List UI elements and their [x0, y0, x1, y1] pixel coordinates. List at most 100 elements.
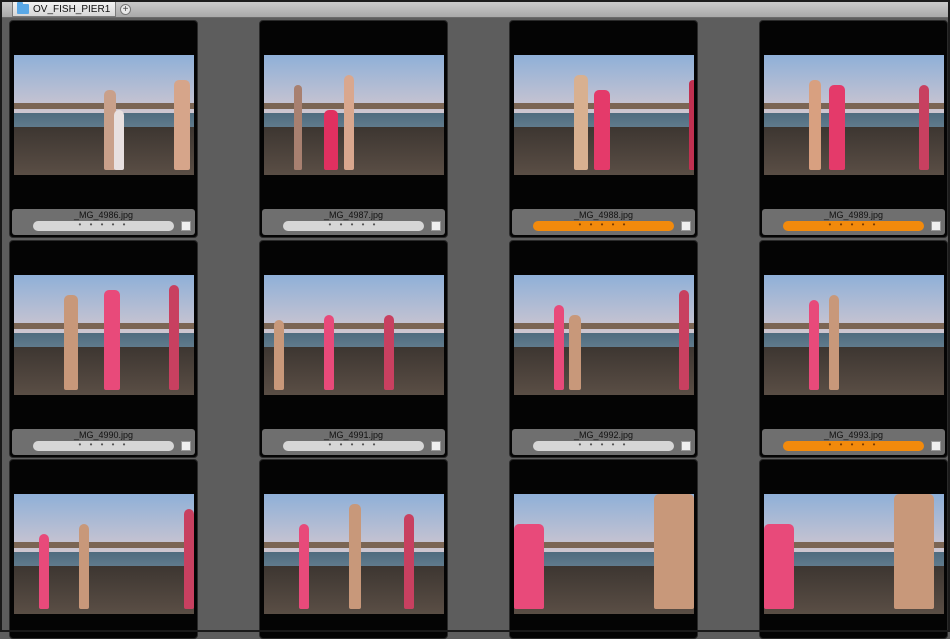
thumbnail-label-area: _MG_4993.jpg • • • • • — [762, 429, 945, 455]
photo-figure — [64, 295, 78, 390]
photo-rail — [264, 103, 444, 109]
photo-deck — [264, 347, 444, 395]
thumbnail-cell[interactable]: _MG_4989.jpg • • • • • — [759, 20, 948, 238]
file-name: _MG_4992.jpg — [573, 430, 634, 440]
photo-thumbnail[interactable] — [764, 275, 944, 395]
photo-figure — [274, 320, 284, 390]
photo-figure — [809, 300, 819, 390]
select-checkbox[interactable] — [681, 221, 691, 231]
add-tab-icon[interactable]: + — [120, 4, 131, 15]
file-name: _MG_4987.jpg — [323, 210, 384, 220]
photo-thumbnail[interactable] — [14, 55, 194, 175]
photo-figure — [104, 290, 120, 390]
select-checkbox[interactable] — [931, 221, 941, 231]
photo-figure — [829, 85, 845, 170]
photo-sky — [514, 275, 694, 341]
photo-figure — [299, 524, 309, 609]
photo-figure — [324, 110, 338, 170]
rating-bar[interactable]: • • • • • — [783, 441, 924, 451]
thumbnail-cell[interactable] — [9, 459, 198, 639]
file-name: _MG_4989.jpg — [823, 210, 884, 220]
select-checkbox[interactable] — [181, 441, 191, 451]
thumbnail-label-area: _MG_4992.jpg • • • • • — [512, 429, 695, 455]
file-name: _MG_4991.jpg — [323, 430, 384, 440]
photo-thumbnail[interactable] — [14, 275, 194, 395]
photo-figure — [294, 85, 302, 170]
photo-figure — [594, 90, 610, 170]
rating-bar[interactable]: • • • • • — [33, 221, 174, 231]
rating-bar[interactable]: • • • • • — [33, 441, 174, 451]
photo-thumbnail[interactable] — [514, 55, 694, 175]
thumbnail-grid: _MG_4986.jpg • • • • • _MG_4987.jpg • • • •… — [9, 20, 949, 639]
photo-sky — [764, 55, 944, 121]
photo-sky — [764, 275, 944, 341]
thumbnail-cell[interactable]: _MG_4990.jpg • • • • • — [9, 240, 198, 458]
file-name: _MG_4988.jpg — [573, 210, 634, 220]
thumbnail-cell[interactable]: _MG_4991.jpg • • • • • — [259, 240, 448, 458]
thumbnail-label-area: _MG_4991.jpg • • • • • — [262, 429, 445, 455]
photo-figure — [39, 534, 49, 609]
photo-sky — [264, 275, 444, 341]
select-checkbox[interactable] — [681, 441, 691, 451]
thumbnail-label-area: _MG_4990.jpg • • • • • — [12, 429, 195, 455]
photo-figure — [349, 504, 361, 609]
photo-thumbnail[interactable] — [764, 494, 944, 614]
select-checkbox[interactable] — [181, 221, 191, 231]
photo-figure — [569, 315, 581, 390]
thumbnail-cell[interactable]: _MG_4987.jpg • • • • • — [259, 20, 448, 238]
photo-figure — [689, 80, 694, 170]
rating-bar[interactable]: • • • • • — [533, 441, 674, 451]
photo-thumbnail[interactable] — [264, 55, 444, 175]
tab-label: OV_FISH_PIER1 — [33, 3, 111, 15]
photo-thumbnail[interactable] — [764, 55, 944, 175]
rating-bar[interactable]: • • • • • — [283, 221, 424, 231]
photo-figure — [679, 290, 689, 390]
photo-figure — [764, 524, 794, 609]
photo-deck — [764, 127, 944, 175]
tab-ov-fish-pier1[interactable]: OV_FISH_PIER1 — [12, 2, 116, 17]
photo-rail — [764, 323, 944, 329]
photo-thumbnail[interactable] — [514, 275, 694, 395]
thumbnail-label-area: _MG_4988.jpg • • • • • — [512, 209, 695, 235]
photo-figure — [654, 494, 694, 609]
thumbnail-cell[interactable] — [509, 459, 698, 639]
photo-figure — [169, 285, 179, 390]
file-name: _MG_4993.jpg — [823, 430, 884, 440]
photo-figure — [324, 315, 334, 390]
photo-thumbnail[interactable] — [514, 494, 694, 614]
rating-bar[interactable]: • • • • • — [283, 441, 424, 451]
photo-figure — [554, 305, 564, 390]
photo-deck — [264, 127, 444, 175]
photo-figure — [829, 295, 839, 390]
photo-rail — [764, 103, 944, 109]
thumbnail-cell[interactable]: _MG_4992.jpg • • • • • — [509, 240, 698, 458]
photo-deck — [764, 347, 944, 395]
photo-deck — [514, 347, 694, 395]
photo-figure — [919, 85, 929, 170]
select-checkbox[interactable] — [431, 221, 441, 231]
photo-figure — [114, 110, 124, 170]
rating-bar[interactable]: • • • • • — [783, 221, 924, 231]
photo-thumbnail[interactable] — [264, 275, 444, 395]
photo-figure — [174, 80, 190, 170]
photo-thumbnail[interactable] — [264, 494, 444, 614]
thumbnail-cell[interactable] — [759, 459, 948, 639]
thumbnail-cell[interactable] — [259, 459, 448, 639]
photo-sky — [264, 55, 444, 121]
thumbnail-cell[interactable]: _MG_4986.jpg • • • • • — [9, 20, 198, 238]
thumbnail-cell[interactable]: _MG_4993.jpg • • • • • — [759, 240, 948, 458]
photo-figure — [184, 509, 194, 609]
photo-figure — [894, 494, 934, 609]
photo-thumbnail[interactable] — [14, 494, 194, 614]
photo-figure — [514, 524, 544, 609]
folder-icon — [17, 2, 29, 14]
select-checkbox[interactable] — [431, 441, 441, 451]
rating-bar[interactable]: • • • • • — [533, 221, 674, 231]
photo-figure — [79, 524, 89, 609]
select-checkbox[interactable] — [931, 441, 941, 451]
thumbnail-label-area: _MG_4987.jpg • • • • • — [262, 209, 445, 235]
tab-bar: OV_FISH_PIER1 + — [2, 2, 948, 18]
photo-rail — [514, 323, 694, 329]
thumbnail-cell[interactable]: _MG_4988.jpg • • • • • — [509, 20, 698, 238]
photo-rail — [264, 323, 444, 329]
